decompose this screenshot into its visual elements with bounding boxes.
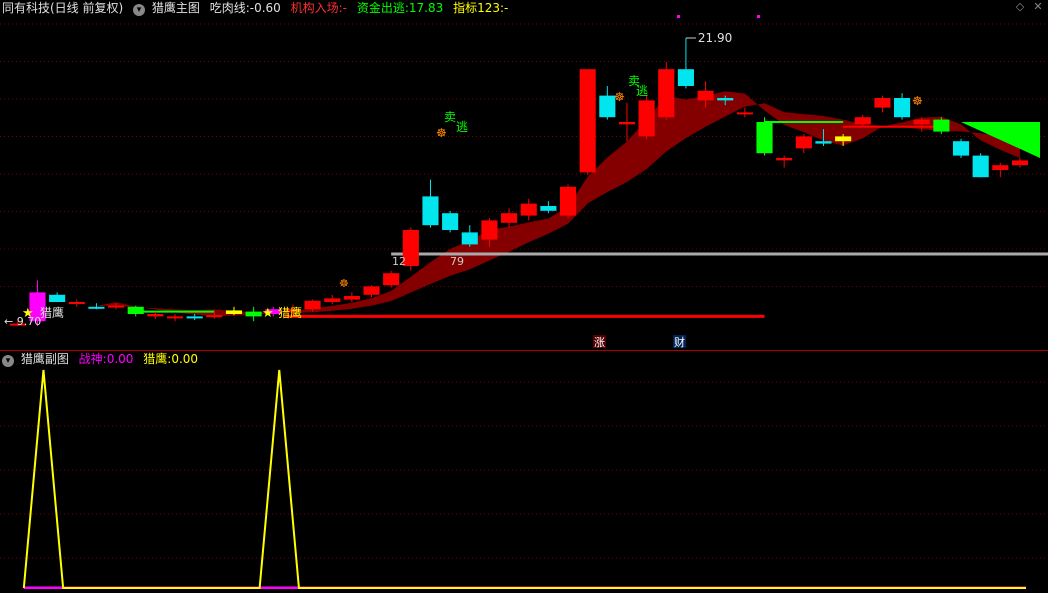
runner-icon: ☸ bbox=[339, 277, 349, 290]
runner-icon: ☸ bbox=[614, 90, 625, 104]
sell-label: 卖 bbox=[444, 110, 456, 124]
candle-body bbox=[166, 316, 184, 319]
zhanshen-value: 0.00 bbox=[106, 352, 134, 366]
candle-body bbox=[579, 69, 596, 173]
candle-body bbox=[658, 69, 675, 118]
candle-body bbox=[461, 232, 478, 245]
candle-body bbox=[225, 310, 243, 314]
candle-body bbox=[383, 273, 400, 286]
candle-body bbox=[481, 220, 498, 240]
sub-header: ▾ 猎鹰副图 战神:0.00 猎鹰:0.00 bbox=[2, 351, 198, 367]
candle-body bbox=[933, 119, 950, 132]
candle-body bbox=[245, 311, 262, 317]
escape-label: 逃 bbox=[636, 84, 648, 98]
zijin-value: 17.83 bbox=[408, 1, 444, 15]
candle-body bbox=[913, 119, 930, 125]
falcon-label: 猎鹰 bbox=[40, 305, 64, 320]
diamond-icon[interactable]: ◇ bbox=[1014, 1, 1026, 13]
candle-body bbox=[874, 98, 891, 108]
star-icon: ★ bbox=[262, 306, 274, 321]
candle-body bbox=[363, 286, 380, 295]
chart-canvas: 21.90← 9.7012 79★ 猎鹰★ 猎鹰卖逃☸卖逃☸ ☸☸涨财 bbox=[0, 15, 1048, 590]
lieying-line bbox=[22, 369, 1026, 589]
main-indicator-title[interactable]: 猎鹰主图 bbox=[152, 1, 200, 15]
candle-body bbox=[304, 300, 321, 310]
lieying-label: 猎鹰: bbox=[143, 352, 172, 366]
candle-body bbox=[972, 155, 989, 178]
candle-body bbox=[68, 302, 85, 304]
candle-body bbox=[127, 306, 144, 314]
chart-stage: 21.90 ← 9.70 12 79 ★ 猎鹰 ★ 猎鹰卖逃 ☸ 卖逃 ☸ ☸ ☸ 涨财 同有科技(日线 … bbox=[0, 0, 1048, 590]
runner-icon: ☸ bbox=[912, 94, 923, 108]
runner-icon: ☸ bbox=[436, 126, 447, 140]
candle-body bbox=[108, 305, 125, 308]
candle-body bbox=[88, 306, 105, 309]
mid-label-left: 12 bbox=[392, 255, 406, 268]
candle-body bbox=[992, 165, 1009, 170]
marker-dot bbox=[757, 15, 760, 18]
candle-body bbox=[638, 100, 655, 137]
zhang-badge-label: 涨 bbox=[594, 336, 605, 349]
marker-dot bbox=[677, 15, 680, 18]
main-header: 同有科技(日线 前复权) ▾ 猎鹰主图 吃肉线:-0.60 机构入场:- 资金出… bbox=[2, 0, 508, 16]
zhibiao-label: 指标123: bbox=[453, 1, 505, 15]
candle-body bbox=[815, 141, 832, 144]
jigou-value: - bbox=[342, 1, 348, 15]
high-label: 21.90 bbox=[698, 31, 732, 45]
mid-label-right: 79 bbox=[450, 255, 464, 268]
candle-body bbox=[756, 122, 773, 154]
candle-body bbox=[147, 314, 164, 317]
chirou-label: 吃肉线: bbox=[209, 1, 250, 15]
candle-body bbox=[894, 98, 911, 118]
candle-body bbox=[186, 316, 203, 319]
jigou-label: 机构入场: bbox=[290, 1, 343, 15]
falcon-label: 猎鹰 bbox=[278, 305, 302, 320]
star-icon: ★ bbox=[22, 306, 34, 321]
zhanshen-label: 战神: bbox=[78, 352, 107, 366]
candle-body bbox=[520, 203, 537, 216]
candle-body bbox=[559, 186, 577, 216]
candle-body bbox=[835, 136, 852, 142]
candle-body bbox=[501, 213, 518, 223]
candle-body bbox=[717, 98, 734, 101]
candle-body bbox=[776, 158, 793, 161]
candle-body bbox=[343, 296, 360, 300]
candle-body bbox=[952, 141, 970, 156]
candle-body bbox=[324, 298, 341, 302]
cai-badge-label: 财 bbox=[674, 335, 685, 349]
candle-body bbox=[736, 112, 753, 115]
candle-body bbox=[795, 136, 812, 149]
green-wedge bbox=[961, 122, 1040, 158]
candle-body bbox=[442, 213, 459, 230]
sub-indicator-title[interactable]: 猎鹰副图 bbox=[21, 352, 69, 366]
zhibiao-value: - bbox=[504, 1, 509, 15]
lieying-value: 0.00 bbox=[171, 352, 199, 366]
candle-body bbox=[206, 315, 223, 318]
candle-body bbox=[677, 69, 694, 86]
candle-body bbox=[618, 122, 636, 125]
candle-body bbox=[697, 90, 714, 101]
candle-body bbox=[49, 294, 66, 302]
close-icon[interactable]: ✕ bbox=[1032, 1, 1044, 13]
escape-label: 逃 bbox=[456, 120, 468, 134]
chevron-down-icon[interactable]: ▾ bbox=[2, 355, 14, 367]
candle-body bbox=[540, 206, 557, 211]
candle-body bbox=[599, 95, 616, 118]
candle-body bbox=[854, 117, 871, 125]
chirou-value: -0.60 bbox=[249, 1, 281, 15]
candle-body bbox=[1011, 160, 1029, 166]
candle-body bbox=[422, 196, 439, 226]
stock-name[interactable]: 同有科技(日线 前复权) bbox=[2, 1, 123, 15]
zijin-label: 资金出逃: bbox=[356, 1, 409, 15]
chevron-down-icon[interactable]: ▾ bbox=[133, 4, 146, 16]
